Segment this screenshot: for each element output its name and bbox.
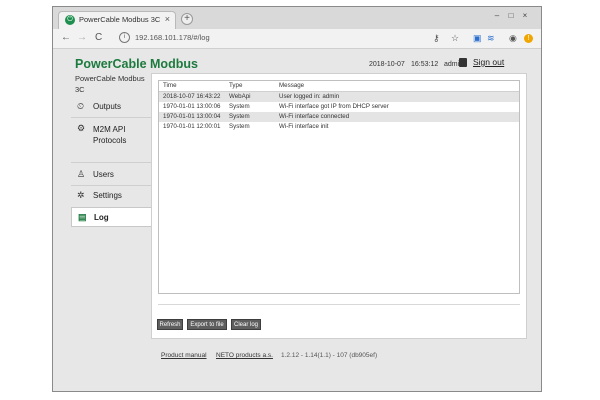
back-icon[interactable]: ←: [61, 32, 71, 43]
sidebar-item-label: Users: [93, 170, 114, 179]
power-icon: ⏻: [65, 15, 75, 25]
alert-icon[interactable]: !: [524, 34, 533, 43]
cell-time: 2018-10-07 16:43:22: [163, 93, 221, 100]
maximize-icon[interactable]: □: [505, 11, 517, 20]
product-manual-link[interactable]: Product manual: [161, 352, 207, 359]
sign-out-link[interactable]: Sign out: [473, 57, 504, 67]
forward-icon[interactable]: →: [77, 32, 87, 43]
browser-tab[interactable]: ⏻ PowerCable Modbus 3C ×: [58, 11, 176, 29]
address-bar: ← → C i 192.168.101.178/#/log ⚷ ☆ ▣ ≋ ◉ …: [53, 29, 541, 49]
log-table[interactable]: Time Type Message 2018-10-07 16:43:22 We…: [158, 80, 520, 294]
url-text: 192.168.101.178/#/log: [135, 33, 210, 42]
export-button[interactable]: Export to file: [187, 319, 227, 330]
sidebar-item-users[interactable]: ♙ Users: [71, 165, 151, 185]
header-time: 16:53:12: [411, 61, 439, 68]
column-header-type: Type: [229, 82, 243, 89]
version-text: 1.2.12 - 1.14(1.1) - 107 (db905ef): [281, 352, 378, 359]
tab-bar: ⏻ PowerCable Modbus 3C × + – □ ×: [53, 7, 541, 29]
info-icon[interactable]: i: [119, 32, 130, 43]
cell-type: System: [229, 113, 250, 120]
cell-message: Wi-Fi interface init: [279, 123, 329, 130]
protocols-icon: ⚙: [77, 123, 86, 133]
url-field[interactable]: i 192.168.101.178/#/log: [119, 32, 459, 45]
sidebar-item-settings[interactable]: ✲ Settings: [71, 186, 151, 206]
user-icon: ♙: [77, 169, 86, 179]
company-link[interactable]: NETO products a.s.: [216, 352, 273, 359]
gear-icon: ✲: [77, 190, 85, 200]
table-row[interactable]: 1970-01-01 13:00:04 System Wi-Fi interfa…: [159, 112, 519, 122]
extension-icon[interactable]: ▣: [473, 33, 482, 44]
table-row[interactable]: 1970-01-01 13:00:06 System Wi-Fi interfa…: [159, 102, 519, 112]
column-header-time: Time: [163, 82, 177, 89]
cell-message: User logged in: admin: [279, 93, 340, 100]
sign-out-icon[interactable]: [459, 58, 467, 67]
sidebar-item-label: M2M API Protocols: [93, 125, 127, 145]
cell-message: Wi-Fi interface connected: [279, 113, 350, 120]
brand-subtitle: PowerCable Modbus 3C: [75, 74, 145, 94]
sidebar-item-label: Log: [94, 213, 109, 222]
table-header: Time Type Message: [159, 81, 519, 92]
reload-icon[interactable]: C: [95, 32, 102, 43]
header-date: 2018-10-07: [369, 61, 405, 68]
sidebar-item-label: Settings: [93, 191, 122, 200]
sidebar-item-label: Outputs: [93, 102, 122, 111]
sidebar-item-outputs[interactable]: ⏲ Outputs: [71, 97, 151, 117]
profile-icon[interactable]: ◉: [509, 33, 517, 44]
clear-log-button[interactable]: Clear log: [231, 319, 261, 330]
close-tab-icon[interactable]: ×: [165, 14, 170, 24]
sidebar-item-log[interactable]: ▤ Log: [71, 207, 157, 227]
sidebar-item-m2m-api-protocols[interactable]: ⚙ M2M API Protocols: [71, 119, 151, 147]
browser-window: ⏻ PowerCable Modbus 3C × + – □ × ← → C i…: [52, 6, 542, 392]
cell-time: 1970-01-01 13:00:06: [163, 103, 221, 110]
key-icon[interactable]: ⚷: [433, 33, 440, 44]
page: PowerCable Modbus PowerCable Modbus 3C 2…: [53, 49, 541, 391]
column-header-message: Message: [279, 82, 305, 89]
sidebar-divider: [71, 162, 151, 163]
table-row[interactable]: 2018-10-07 16:43:22 WebApi User logged i…: [159, 92, 519, 102]
document-icon: ▤: [78, 212, 87, 222]
log-panel: Time Type Message 2018-10-07 16:43:22 We…: [151, 73, 527, 339]
star-icon[interactable]: ☆: [451, 33, 459, 44]
cell-message: Wi-Fi interface got IP from DHCP server: [279, 103, 389, 110]
close-window-icon[interactable]: ×: [519, 11, 531, 20]
sidebar-divider: [71, 117, 151, 118]
minimize-icon[interactable]: –: [491, 11, 503, 20]
cell-type: System: [229, 123, 250, 130]
refresh-button[interactable]: Refresh: [157, 319, 183, 330]
cell-time: 1970-01-01 13:00:04: [163, 113, 221, 120]
table-row[interactable]: 1970-01-01 12:00:01 System Wi-Fi interfa…: [159, 122, 519, 132]
gauge-icon: ⏲: [77, 101, 85, 111]
tab-title: PowerCable Modbus 3C: [79, 15, 161, 24]
extension-icon[interactable]: ≋: [487, 33, 495, 44]
panel-divider: [158, 304, 520, 305]
cell-type: WebApi: [229, 93, 251, 100]
new-tab-button[interactable]: +: [181, 13, 193, 25]
cell-time: 1970-01-01 12:00:01: [163, 123, 221, 130]
cell-type: System: [229, 103, 250, 110]
brand-title: PowerCable Modbus: [75, 57, 198, 71]
